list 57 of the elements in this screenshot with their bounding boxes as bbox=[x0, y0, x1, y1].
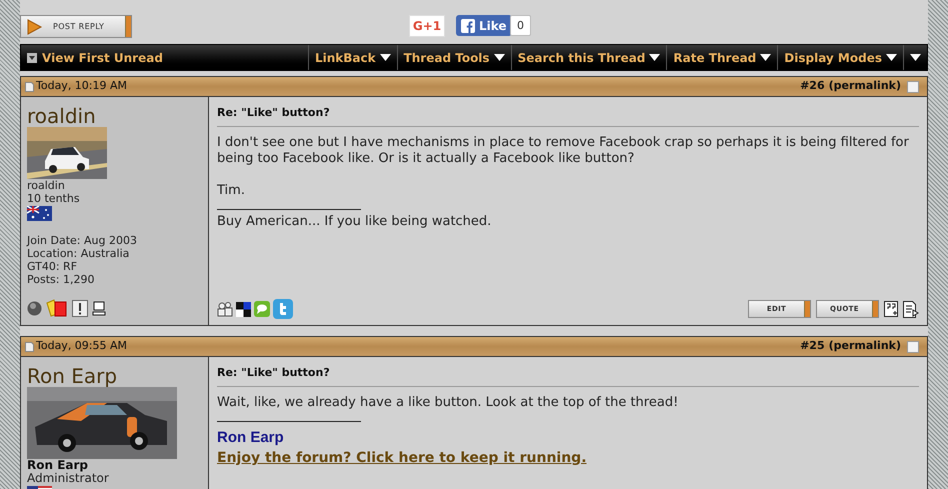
post-text: I don't see one but I have mechanisms in place to remove Facebook crap so perhaps it is being filtered for being too Facebook like. Or is it actually a Facebook like button? bbox=[217, 135, 910, 167]
navbar-menu[interactable]: Search this Thread bbox=[510, 45, 666, 70]
navbar-menu[interactable]: Display Modes bbox=[777, 45, 903, 70]
like-count: 0 bbox=[510, 15, 531, 36]
status-dot-icon bbox=[27, 300, 42, 316]
post-number-link[interactable]: #25 bbox=[800, 338, 825, 355]
flag-icon bbox=[27, 206, 52, 221]
member-name: roaldin bbox=[27, 179, 65, 192]
report-icon[interactable] bbox=[72, 300, 88, 316]
signature-link[interactable]: Enjoy the forum? Click here to keep it running. bbox=[217, 448, 587, 468]
play-icon bbox=[25, 18, 43, 36]
facebook-icon bbox=[461, 18, 475, 32]
user-info-text: GT40: RF bbox=[27, 260, 78, 273]
reply-document-icon[interactable] bbox=[903, 300, 919, 318]
select-checkbox[interactable] bbox=[907, 340, 919, 352]
cards-icon[interactable] bbox=[46, 299, 68, 317]
caret-icon bbox=[494, 54, 505, 61]
navbar-menu[interactable]: LinkBack bbox=[308, 45, 397, 70]
post-subject: Re: "Like" button? bbox=[217, 365, 919, 387]
like-button[interactable]: Like bbox=[456, 15, 512, 36]
view-first-unread-link[interactable]: View First Unread bbox=[21, 45, 308, 70]
post-subject: Re: "Like" button? bbox=[217, 105, 919, 127]
post-text: Wait, like, we already have a like button. Look at the top of the thread! bbox=[217, 395, 680, 411]
user-info-text: Location: Australia bbox=[27, 247, 130, 260]
user-title: 10 tenths bbox=[27, 192, 80, 205]
permalink[interactable]: (permalink) bbox=[828, 338, 901, 355]
post-reply-button[interactable]: POST REPLY bbox=[20, 15, 132, 38]
permalink[interactable]: (permalink) bbox=[828, 78, 901, 95]
username-link[interactable]: Ron Earp bbox=[27, 365, 118, 387]
select-checkbox[interactable] bbox=[907, 80, 919, 92]
checker-icon[interactable] bbox=[236, 302, 251, 316]
google-plus-button[interactable]: G+1 bbox=[409, 15, 445, 37]
caret-icon bbox=[649, 54, 660, 61]
signature-text: Buy American... If you like being watched. bbox=[217, 214, 492, 230]
post-text: Tim. bbox=[217, 183, 246, 199]
caret-icon bbox=[910, 54, 921, 61]
user-title: Administrator bbox=[27, 472, 109, 485]
document-icon bbox=[25, 342, 34, 352]
user-info-text: Join Date: Aug 2003 bbox=[27, 234, 137, 247]
signature-name: Ron Earp bbox=[217, 428, 284, 448]
caret-icon bbox=[886, 54, 897, 61]
user-info-text: Posts: 1,290 bbox=[27, 273, 94, 286]
caret-icon bbox=[380, 54, 391, 61]
bird-logo-icon[interactable] bbox=[273, 299, 293, 319]
member-name: Ron Earp bbox=[27, 459, 88, 472]
post-number-link[interactable]: #26 bbox=[800, 78, 825, 95]
navbar-menu[interactable]: Thread Tools bbox=[396, 45, 511, 70]
document-icon bbox=[25, 82, 34, 92]
computer-icon bbox=[92, 300, 106, 316]
users-icon[interactable] bbox=[217, 302, 233, 316]
caret-icon bbox=[760, 54, 772, 61]
multi-quote-icon[interactable] bbox=[884, 301, 898, 317]
navbar-menu[interactable]: Rate Thread bbox=[666, 45, 778, 70]
post-date: Today, 10:19 AM bbox=[36, 78, 128, 94]
username-link[interactable]: roaldin bbox=[27, 105, 96, 127]
post-date: Today, 09:55 AM bbox=[36, 338, 128, 354]
dropdown-box-icon bbox=[27, 52, 37, 62]
